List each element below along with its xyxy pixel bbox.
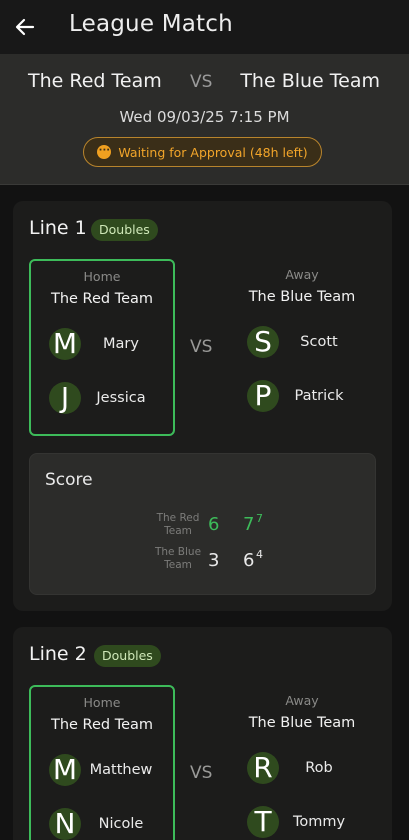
page-title: League Match [69,11,233,37]
format-badge: Doubles [94,645,161,667]
player-name: Jessica [96,390,146,406]
set-score: 7 [243,514,255,535]
away-team: The Blue Team [248,715,356,731]
avatar: N [49,808,81,840]
line-title: Line 1 [29,217,87,239]
avatar: R [247,752,279,784]
arrow-left-icon [15,18,35,36]
format-badge: Doubles [91,219,158,241]
set-score: 6 [208,514,220,535]
player-row[interactable]: N Nicole [49,807,179,840]
away-label: Away [285,693,319,708]
player-name: Mary [103,336,139,352]
avatar: M [49,328,81,360]
away-label: Away [285,267,319,282]
player-name: Patrick [294,388,344,404]
player-row[interactable]: M Matthew [49,753,179,787]
score-title: Score [45,470,93,490]
home-label: Home [83,695,121,710]
player-name: Rob [305,760,333,776]
player-row[interactable]: P Patrick [247,379,377,413]
player-row[interactable]: M Mary [49,327,179,361]
avatar: P [247,380,279,412]
tiebreak-score: 4 [256,548,263,561]
player-row[interactable]: J Jessica [49,381,179,415]
line-title: Line 2 [29,643,87,665]
teams-row: The Red Team VS The Blue Team [0,70,409,98]
status-badge: ··· Waiting for Approval (48h left) [83,137,322,167]
match-header: The Red Team VS The Blue Team Wed 09/03/… [0,54,409,185]
vs-label: VS [190,337,213,357]
avatar: M [49,754,81,786]
home-team: The Red Team [50,717,154,733]
player-name: Scott [300,334,338,350]
line-card: Line 2 Doubles Home The Red Team M Matth… [13,627,392,840]
player-row[interactable]: S Scott [247,325,377,359]
back-button[interactable] [0,0,50,54]
home-team-name: The Red Team [28,70,162,92]
player-name: Tommy [292,814,346,830]
match-datetime: Wed 09/03/25 7:15 PM [119,108,290,126]
player-name: Matthew [89,762,153,778]
home-side: Home The Red Team M Matthew N Nicole [29,685,175,840]
away-team-name: The Blue Team [240,70,380,92]
app-bar: League Match [0,0,409,54]
score-away-team: The Blue Team [154,546,202,571]
tiebreak-score: 7 [256,512,263,525]
pending-icon: ··· [97,145,112,159]
score-home-team: The Red Team [156,512,200,537]
set-score: 6 [243,550,255,571]
score-panel: Score The Red Team 6 7 7 The Blue Team 3… [29,453,376,595]
player-row[interactable]: T Tommy [247,805,377,839]
avatar: J [49,382,81,414]
away-team: The Blue Team [248,289,356,305]
status-text: Waiting for Approval (48h left) [118,144,308,160]
away-side: Away The Blue Team S Scott P Patrick [229,259,375,436]
player-name: Nicole [98,816,144,832]
vs-label: VS [190,763,213,783]
avatar: T [247,806,279,838]
away-side: Away The Blue Team R Rob T Tommy [229,685,375,840]
set-score: 3 [208,550,220,571]
home-side: Home The Red Team M Mary J Jessica [29,259,175,436]
home-team: The Red Team [50,291,154,307]
line-card: Line 1 Doubles Home The Red Team M Mary … [13,201,392,611]
vs-label: VS [190,72,213,92]
player-row[interactable]: R Rob [247,751,377,785]
home-label: Home [83,269,121,284]
avatar: S [247,326,279,358]
